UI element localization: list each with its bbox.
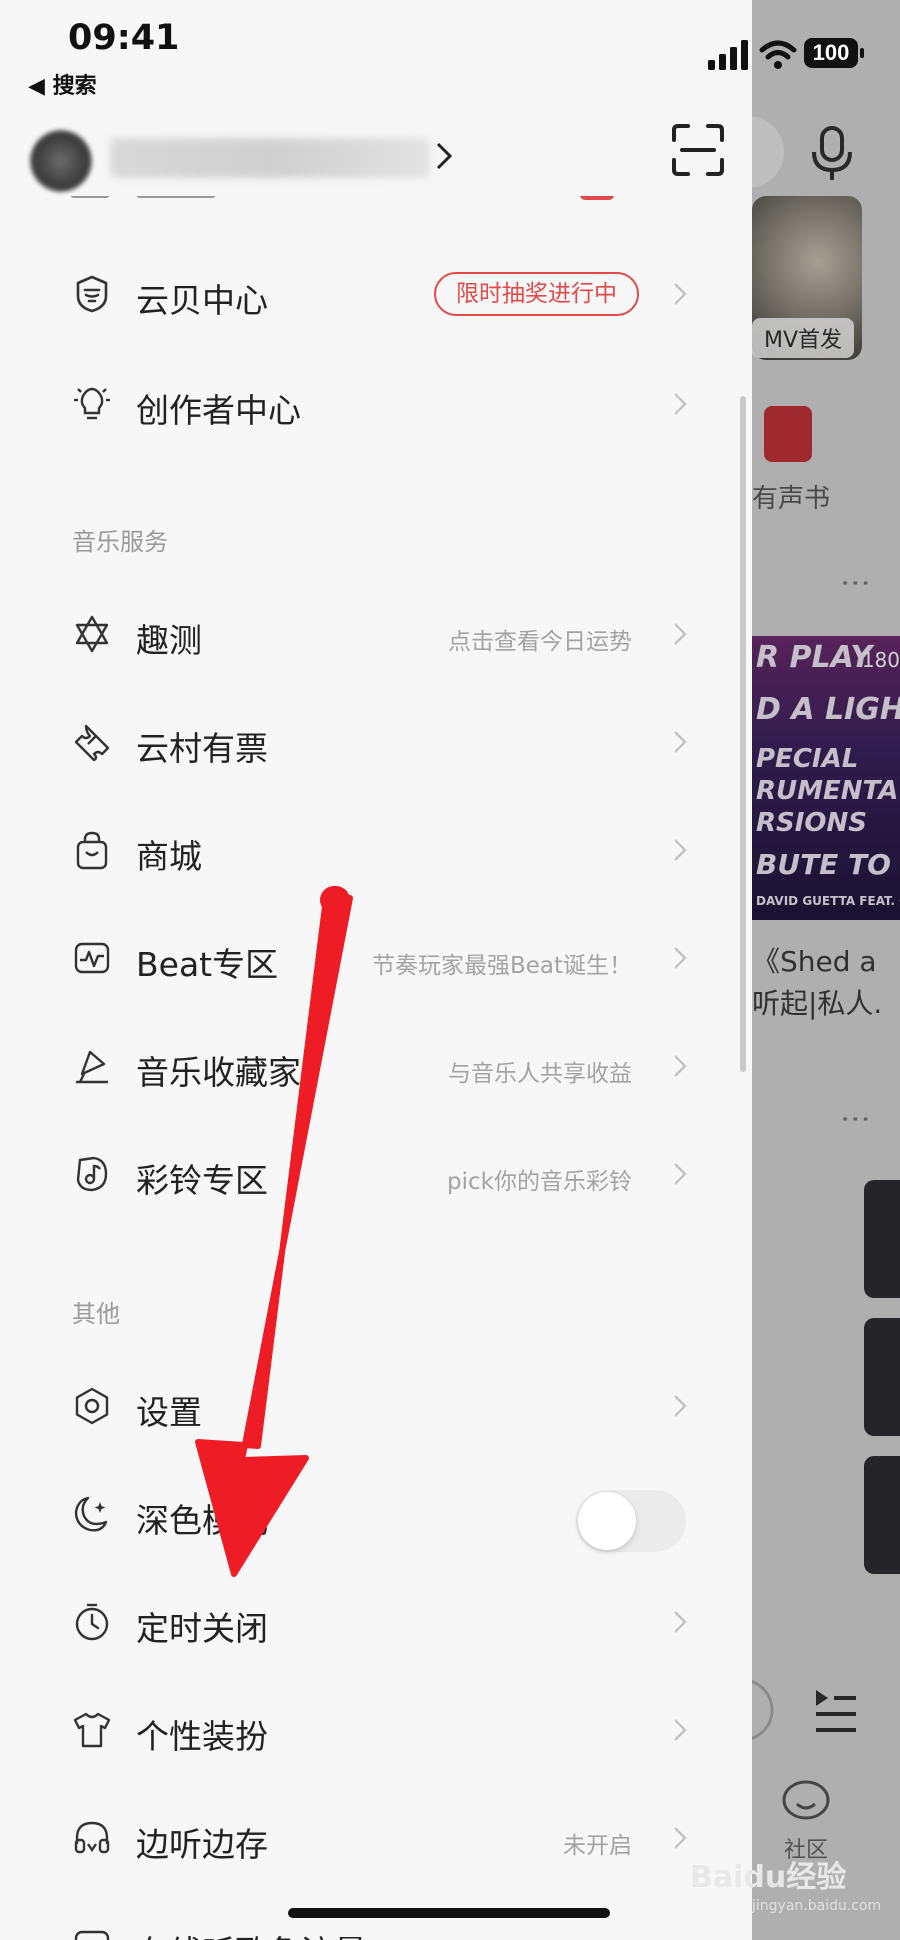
watermark-url: jingyan.baidu.com bbox=[752, 1898, 882, 1914]
dark-mode-toggle[interactable] bbox=[576, 1490, 686, 1552]
avatar[interactable] bbox=[30, 130, 92, 192]
menu-label: 趣测 bbox=[136, 621, 202, 660]
menu-item-tickets[interactable]: 云村有票 bbox=[0, 696, 752, 788]
menu-item-yunbei-center[interactable]: 云贝中心 限时抽奖进行中 bbox=[0, 248, 752, 340]
menu-label: 彩铃专区 bbox=[136, 1161, 268, 1200]
headphones-icon bbox=[74, 1821, 110, 1854]
home-indicator[interactable] bbox=[288, 1908, 610, 1918]
status-bar: 09:41 ◀ 搜索 bbox=[0, 0, 752, 100]
status-icons bbox=[708, 38, 864, 70]
menu-item-themes[interactable]: 个性装扮 bbox=[0, 1684, 752, 1776]
chevron-right-icon bbox=[674, 393, 687, 415]
menu-label: 云村有票 bbox=[136, 729, 268, 768]
menu-item-music-collector[interactable]: 音乐收藏家 与音乐人共享收益 bbox=[0, 1020, 752, 1112]
scroll-indicator[interactable] bbox=[740, 396, 746, 1072]
wifi-icon bbox=[759, 40, 797, 69]
chevron-right-icon bbox=[674, 731, 687, 753]
data-icon bbox=[74, 1930, 110, 1940]
chevron-right-icon bbox=[674, 1395, 687, 1417]
section-title-music-services: 音乐服务 bbox=[72, 528, 168, 556]
chevron-right-icon bbox=[674, 623, 687, 645]
menu-item-settings[interactable]: 设置 bbox=[0, 1360, 752, 1452]
menu-label: 云贝中心 bbox=[136, 281, 268, 320]
menu-subtext: 点击查看今日运势 bbox=[448, 629, 632, 655]
menu-label: 深色模式 bbox=[136, 1501, 268, 1540]
chevron-right-icon bbox=[674, 1055, 687, 1077]
settings-hex-icon bbox=[75, 1387, 109, 1425]
menu-subtext: pick你的音乐彩铃 bbox=[447, 1169, 632, 1195]
chevron-right-icon bbox=[674, 1719, 687, 1741]
menu-item-cache-while-listening[interactable]: 边听边存 未开启 bbox=[0, 1792, 752, 1884]
profile-row[interactable] bbox=[0, 120, 752, 200]
username-blurred[interactable] bbox=[110, 138, 430, 178]
chevron-right-icon bbox=[436, 142, 453, 170]
menu-item-fun-test[interactable]: 趣测 点击查看今日运势 bbox=[0, 588, 752, 680]
menu-label: 定时关闭 bbox=[136, 1609, 268, 1648]
partially-hidden-item bbox=[70, 196, 750, 208]
cloud-bei-icon bbox=[76, 275, 108, 313]
menu-item-dark-mode[interactable]: 深色模式 bbox=[0, 1468, 752, 1560]
shopping-bag-icon bbox=[76, 831, 108, 870]
menu-item-mall[interactable]: 商城 bbox=[0, 804, 752, 896]
menu-label: 边听边存 bbox=[136, 1825, 268, 1864]
section-title-other: 其他 bbox=[72, 1300, 120, 1328]
menu-item-creator-center[interactable]: 创作者中心 bbox=[0, 358, 752, 450]
menu-label: 音乐收藏家 bbox=[136, 1053, 301, 1092]
chevron-right-icon bbox=[674, 283, 687, 305]
chevron-right-icon bbox=[674, 1611, 687, 1633]
toggle-knob bbox=[578, 1492, 636, 1550]
menu-label: 创作者中心 bbox=[136, 391, 301, 430]
waveform-icon bbox=[74, 942, 110, 974]
menu-item-free-data[interactable]: 在线听歌免流量 bbox=[0, 1900, 752, 1940]
chevron-right-icon bbox=[674, 1163, 687, 1185]
menu-item-beat-zone[interactable]: Beat专区 节奏玩家最强Beat诞生！ bbox=[0, 912, 752, 1004]
menu-label: 在线听歌免流量 bbox=[136, 1926, 367, 1940]
battery-level: 100 bbox=[812, 40, 850, 65]
scan-icon[interactable] bbox=[672, 124, 724, 176]
menu-subtext: 与音乐人共享收益 bbox=[448, 1061, 632, 1087]
chevron-right-icon bbox=[674, 839, 687, 861]
menu-label: Beat专区 bbox=[136, 945, 279, 984]
collector-icon bbox=[76, 1050, 108, 1084]
menu-item-ringtone-zone[interactable]: 彩铃专区 pick你的音乐彩铃 bbox=[0, 1128, 752, 1220]
moon-icon bbox=[74, 1496, 108, 1532]
chevron-right-icon bbox=[674, 1827, 687, 1849]
chevron-right-icon bbox=[674, 947, 687, 969]
menu-subtext: 未开启 bbox=[563, 1833, 632, 1859]
ringtone-icon bbox=[76, 1156, 108, 1192]
menu-label: 商城 bbox=[136, 837, 202, 876]
star-of-david-icon bbox=[75, 615, 109, 653]
promo-badge: 限时抽奖进行中 bbox=[434, 272, 639, 316]
menu-label: 设置 bbox=[136, 1393, 202, 1432]
menu-item-sleep-timer[interactable]: 定时关闭 bbox=[0, 1576, 752, 1668]
bulb-icon bbox=[74, 387, 110, 420]
tshirt-icon bbox=[73, 1712, 111, 1748]
timer-icon bbox=[75, 1603, 109, 1641]
status-time: 09:41 bbox=[68, 18, 180, 58]
side-drawer: 09:41 ◀ 搜索 云贝中心 限时抽奖进行中 创作者中心 音乐服务 趣测 点击… bbox=[0, 0, 752, 1940]
signal-icon bbox=[708, 40, 748, 70]
ticket-icon bbox=[74, 724, 110, 762]
watermark: Baidu经验 bbox=[690, 1860, 847, 1895]
menu-label: 个性装扮 bbox=[136, 1717, 268, 1756]
menu-subtext: 节奏玩家最强Beat诞生！ bbox=[371, 953, 632, 979]
back-to-search-link[interactable]: ◀ 搜索 bbox=[28, 68, 97, 100]
